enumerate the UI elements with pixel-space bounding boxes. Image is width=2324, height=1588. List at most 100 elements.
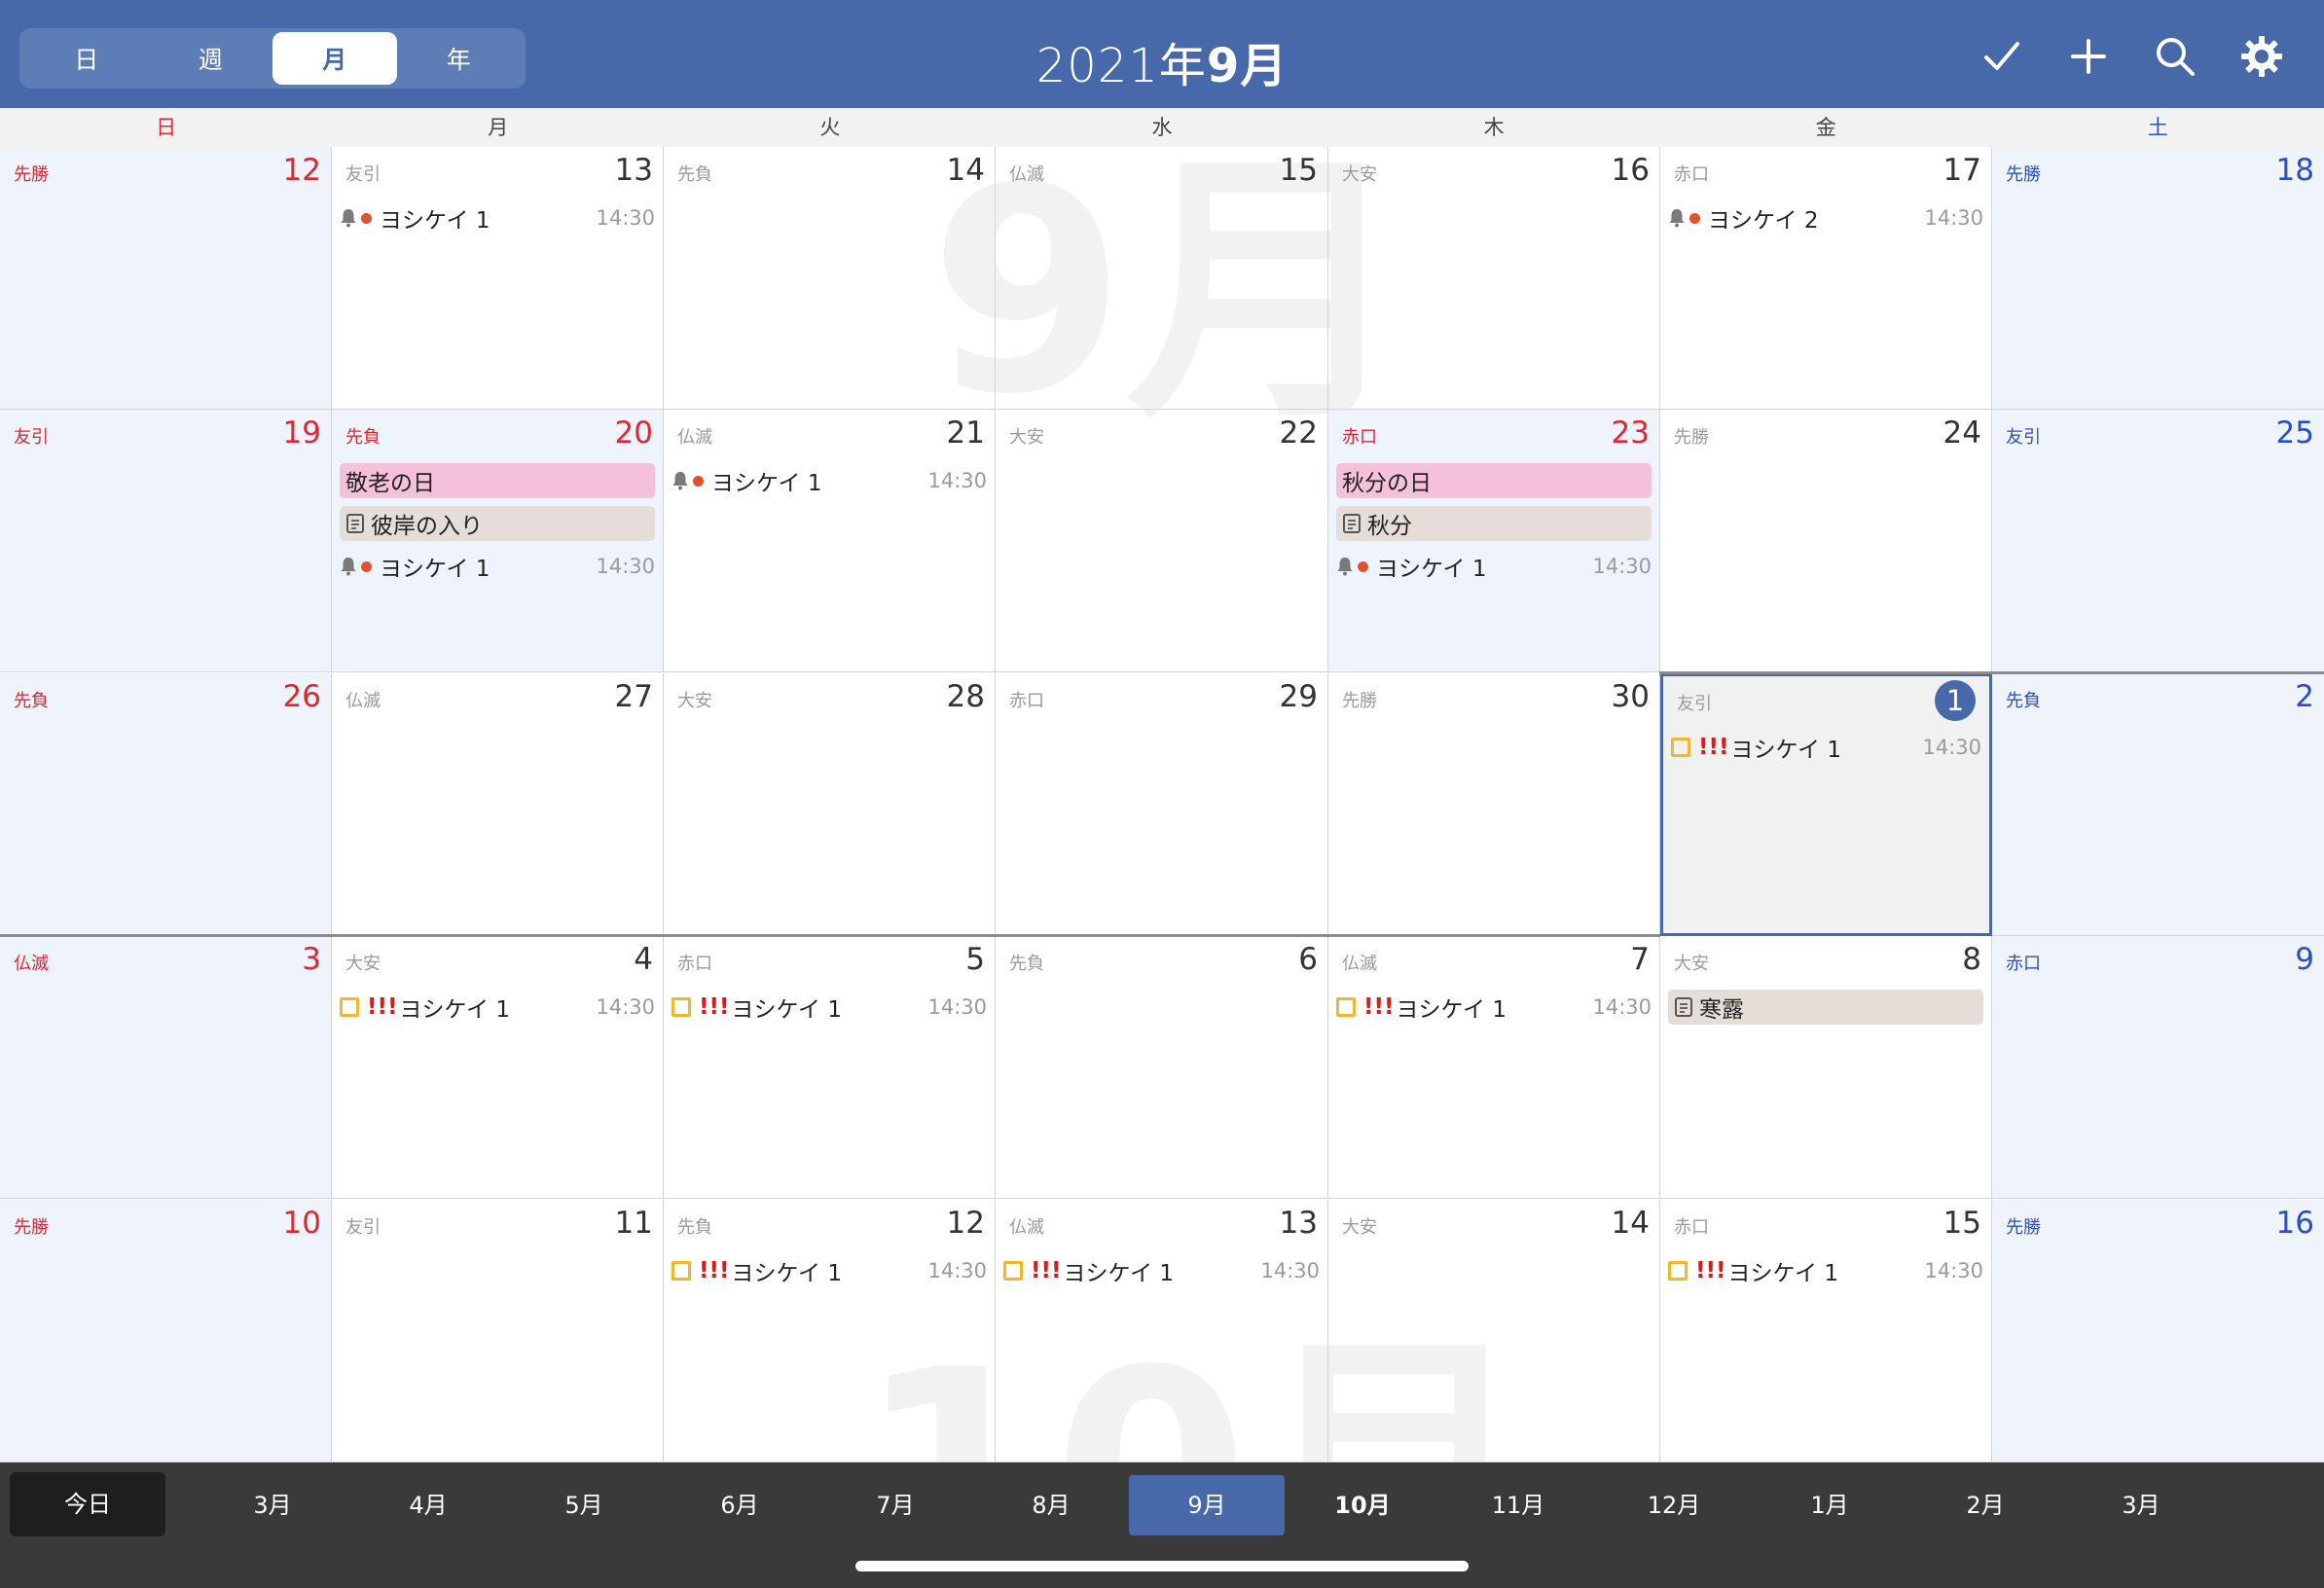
day-cell[interactable]: 先負 20 敬老の日 彼岸の入り ヨシケイ 1 14:30 [332,410,664,672]
month-button[interactable]: 3月 [2063,1475,2219,1535]
day-cell[interactable]: 友引 1!!! ヨシケイ 1 14:30 [1660,673,1992,936]
day-cell[interactable]: 友引 13 ヨシケイ 1 14:30 [332,147,664,410]
day-cell[interactable]: 友引 25 [1992,410,2324,672]
day-cell[interactable]: 大安 8 寒露 [1660,936,1992,1199]
priority-marker: !!! [699,994,730,1020]
month-grid: 9月 10月 先勝 12 友引 13 ヨシケイ 1 14:30 先負 14 仏滅 15 大安 16 赤口… [0,147,2324,1588]
task-checkbox-icon[interactable] [1003,1261,1023,1281]
note-event[interactable]: 寒露 [1668,990,1983,1025]
alarm-event[interactable]: ヨシケイ 1 14:30 [1336,549,1652,584]
today-button[interactable]: 今日 [10,1472,165,1536]
holiday-event[interactable]: 秋分の日 [1336,463,1652,498]
month-button[interactable]: 5月 [506,1475,662,1535]
day-cell[interactable]: 大安 14 [1328,1200,1660,1462]
day-cell[interactable]: 先勝 24 [1660,410,1992,672]
priority-marker: !!! [1363,994,1395,1020]
task-checkbox-icon[interactable] [340,997,359,1017]
event-title: ヨシケイ 1 [711,471,822,496]
day-cell[interactable]: 仏滅 13!!! ヨシケイ 1 14:30 [996,1200,1328,1462]
month-button[interactable]: 8月 [973,1475,1129,1535]
day-cell[interactable]: 赤口 17 ヨシケイ 2 14:30 [1660,147,1992,410]
day-cell[interactable]: 先勝 30 [1328,673,1660,936]
month-button[interactable]: 10月 [1285,1475,1440,1535]
day-cell[interactable]: 先負 12!!! ヨシケイ 1 14:30 [664,1200,996,1462]
day-cell[interactable]: 仏滅 27 [332,673,664,936]
day-cell[interactable]: 先勝 18 [1992,147,2324,410]
rokuyo-label: 友引 [2006,427,2041,448]
event-title: ヨシケイ 2 [1708,208,1819,234]
alarm-event[interactable]: ヨシケイ 2 14:30 [1668,200,1983,235]
month-button[interactable]: 3月 [195,1475,350,1535]
day-cell[interactable]: 先勝 10 [0,1200,332,1462]
day-cell[interactable]: 仏滅 3 [0,936,332,1199]
day-cell[interactable]: 赤口 23 秋分の日 秋分 ヨシケイ 1 14:30 [1328,410,1660,672]
day-cell[interactable]: 大安 28 [664,673,996,936]
day-number: 22 [1279,415,1318,451]
task-event[interactable]: !!! ヨシケイ 1 14:30 [1668,1253,1983,1288]
day-cell[interactable]: 先負 6 [996,936,1328,1199]
day-cell[interactable]: 先負 14 [664,147,996,410]
day-cell[interactable]: 仏滅 21 ヨシケイ 1 14:30 [664,410,996,672]
day-number: 16 [2275,1206,2314,1241]
month-button[interactable]: 4月 [350,1475,506,1535]
task-checkbox-icon[interactable] [672,1261,691,1281]
task-event[interactable]: !!! ヨシケイ 1 14:30 [672,1253,987,1288]
month-button[interactable]: 12月 [1596,1475,1752,1535]
day-cell[interactable]: 大安 16 [1328,147,1660,410]
day-cell[interactable]: 先勝 12 [0,147,332,410]
bell-icon [1336,557,1354,576]
day-cell[interactable]: 赤口 9 [1992,936,2324,1199]
month-button[interactable]: 1月 [1752,1475,1907,1535]
day-number: 23 [1611,415,1650,451]
day-number: 30 [1611,679,1650,714]
day-cell[interactable]: 大安 22 [996,410,1328,672]
rokuyo-label: 先負 [2006,691,2041,711]
day-cell[interactable]: 先負 26 [0,673,332,936]
checkmark-icon[interactable] [1979,33,2025,80]
gear-icon[interactable] [2238,33,2285,80]
month-button[interactable]: 11月 [1440,1475,1596,1535]
note-event[interactable]: 秋分 [1336,506,1652,541]
day-cell[interactable]: 友引 11 [332,1200,664,1462]
day-cell[interactable]: 先負 2 [1992,673,2324,936]
day-cell[interactable]: 先勝 16 [1992,1200,2324,1462]
alarm-event[interactable]: ヨシケイ 1 14:30 [340,549,655,584]
day-number: 29 [1279,679,1318,714]
task-event[interactable]: !!! ヨシケイ 1 14:30 [1003,1253,1320,1288]
month-button[interactable]: 9月 [1129,1475,1285,1535]
rokuyo-label: 友引 [14,427,49,448]
day-number: 16 [1611,153,1650,188]
day-number: 27 [614,679,653,714]
holiday-event[interactable]: 敬老の日 [340,463,655,498]
task-event[interactable]: !!! ヨシケイ 1 14:30 [672,990,987,1025]
task-checkbox-icon[interactable] [672,997,691,1017]
task-checkbox-icon[interactable] [1668,1261,1688,1281]
day-cell[interactable]: 赤口 15!!! ヨシケイ 1 14:30 [1660,1200,1992,1462]
task-event[interactable]: !!! ヨシケイ 1 14:30 [1336,990,1652,1025]
day-number: 7 [1630,942,1650,977]
day-number: 21 [946,415,985,451]
month-button[interactable]: 2月 [1907,1475,2063,1535]
task-checkbox-icon[interactable] [1671,738,1690,757]
event-title: ヨシケイ 1 [1396,997,1507,1023]
day-number: 8 [1962,942,1981,977]
month-button[interactable]: 6月 [662,1475,817,1535]
search-icon[interactable] [2152,33,2198,80]
day-cell[interactable]: 大安 4!!! ヨシケイ 1 14:30 [332,936,664,1199]
month-button[interactable]: 7月 [817,1475,973,1535]
event-time: 14:30 [1924,206,1983,230]
day-cell[interactable]: 赤口 5!!! ヨシケイ 1 14:30 [664,936,996,1199]
task-event[interactable]: !!! ヨシケイ 1 14:30 [340,990,655,1025]
day-cell[interactable]: 仏滅 15 [996,147,1328,410]
month-divider [1659,671,2324,674]
day-cell[interactable]: 赤口 29 [996,673,1328,936]
note-event[interactable]: 彼岸の入り [340,506,655,541]
day-number: 6 [1298,942,1318,977]
task-event[interactable]: !!! ヨシケイ 1 14:30 [1671,730,1981,765]
alarm-event[interactable]: ヨシケイ 1 14:30 [672,463,987,498]
add-icon[interactable] [2065,33,2112,80]
day-cell[interactable]: 友引 19 [0,410,332,672]
alarm-event[interactable]: ヨシケイ 1 14:30 [340,200,655,235]
day-cell[interactable]: 仏滅 7!!! ヨシケイ 1 14:30 [1328,936,1660,1199]
task-checkbox-icon[interactable] [1336,997,1356,1017]
